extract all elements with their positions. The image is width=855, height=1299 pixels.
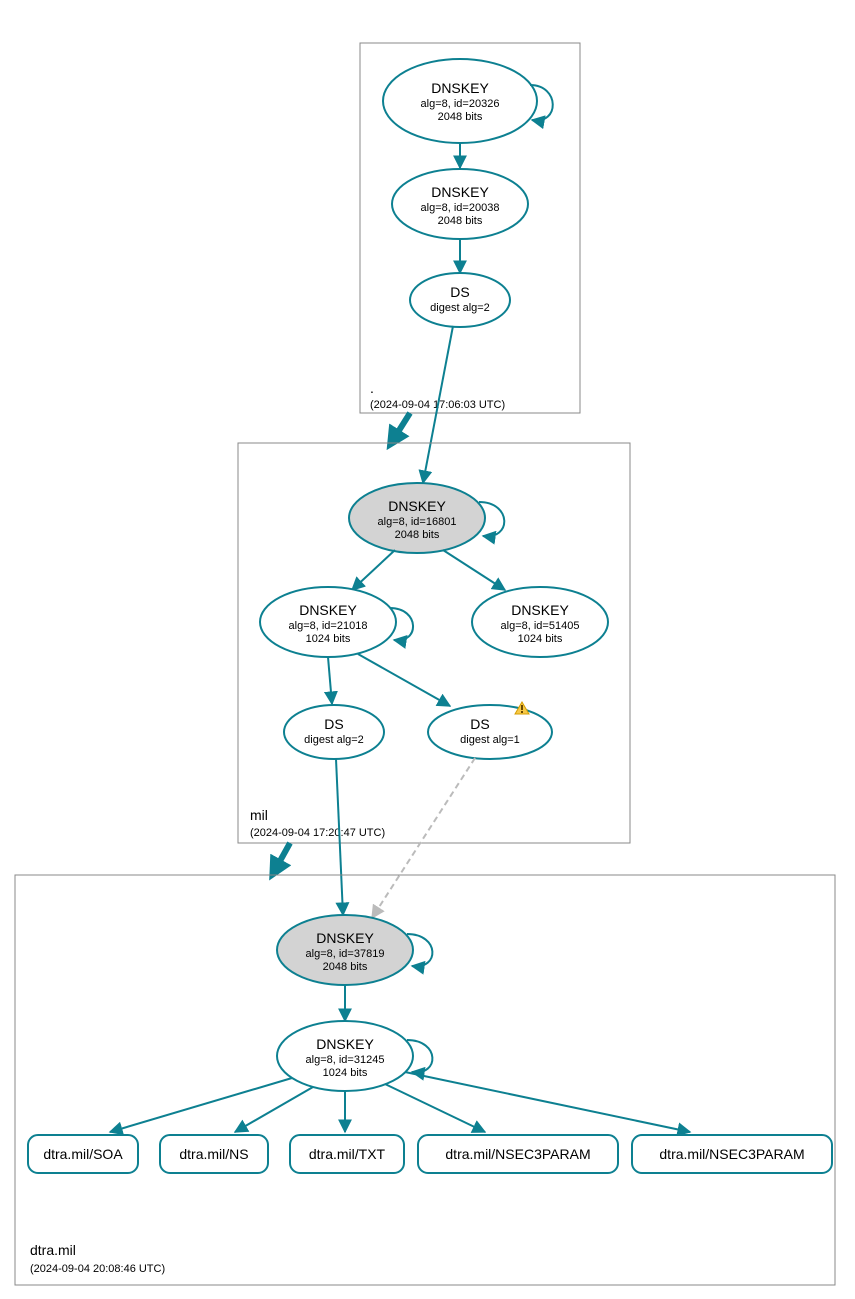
node-dtra-zsk-line1: alg=8, id=31245 (306, 1054, 385, 1066)
node-mil-zsk1-line1: alg=8, id=21018 (289, 620, 368, 632)
node-mil-ksk-line1: alg=8, id=16801 (378, 516, 457, 528)
node-root-ds (410, 273, 510, 327)
node-mil-ksk-line2: 2048 bits (395, 529, 440, 541)
node-dtra-ksk-title: DNSKEY (316, 930, 374, 946)
dnssec-diagram: . (2024-09-04 17:06:03 UTC) DNSKEY alg=8… (0, 0, 855, 1299)
node-dtra-ksk-line2: 2048 bits (323, 961, 368, 973)
node-rr-soa-label: dtra.mil/SOA (43, 1146, 123, 1162)
node-dtra-zsk-line2: 1024 bits (323, 1067, 368, 1079)
edge-dtra-zsk-ns (235, 1087, 313, 1132)
node-mil-ds2-title: DS (470, 716, 489, 732)
node-rr-n3p1-label: dtra.mil/NSEC3PARAM (445, 1146, 590, 1162)
node-mil-ds1 (284, 705, 384, 759)
node-rr-txt-label: dtra.mil/TXT (309, 1146, 386, 1162)
node-mil-ds1-line1: digest alg=2 (304, 734, 364, 746)
node-rr-ns-label: dtra.mil/NS (179, 1146, 248, 1162)
node-dtra-zsk-title: DNSKEY (316, 1036, 374, 1052)
edge-mil-zsk1-ds1 (328, 657, 332, 704)
node-mil-zsk1-title: DNSKEY (299, 602, 357, 618)
edge-mil-ksk-zsk2 (443, 550, 505, 590)
edge-dtra-zsk-n3p1 (385, 1084, 485, 1132)
node-root-ksk-line1: alg=8, id=20326 (421, 98, 500, 110)
edge-dtra-zsk-n3p2 (405, 1072, 690, 1132)
node-mil-zsk1-line2: 1024 bits (306, 633, 351, 645)
node-mil-zsk2-line1: alg=8, id=51405 (501, 620, 580, 632)
node-mil-ksk-title: DNSKEY (388, 498, 446, 514)
node-root-zsk-line2: 2048 bits (438, 215, 483, 227)
node-root-zsk-line1: alg=8, id=20038 (421, 202, 500, 214)
node-rr-n3p2-label: dtra.mil/NSEC3PARAM (659, 1146, 804, 1162)
node-mil-zsk2-title: DNSKEY (511, 602, 569, 618)
edge-dtra-zsk-soa (110, 1078, 292, 1132)
node-mil-zsk2-line2: 1024 bits (518, 633, 563, 645)
zone-timestamp-dtra: (2024-09-04 20:08:46 UTC) (30, 1263, 165, 1275)
zone-box-dtra (15, 875, 835, 1285)
node-mil-ds1-title: DS (324, 716, 343, 732)
zone-timestamp-mil: (2024-09-04 17:20:47 UTC) (250, 827, 385, 839)
node-root-zsk-title: DNSKEY (431, 184, 489, 200)
node-root-ds-title: DS (450, 284, 469, 300)
zone-label-mil: mil (250, 807, 268, 823)
edge-mil-zsk1-ds2 (358, 654, 450, 706)
node-mil-ds2 (428, 705, 552, 759)
node-root-ds-line1: digest alg=2 (430, 302, 490, 314)
node-root-ksk-line2: 2048 bits (438, 111, 483, 123)
zone-label-root: . (370, 380, 374, 396)
zone-label-dtra: dtra.mil (30, 1242, 76, 1258)
edge-mil-ds2-dtra-ksk (372, 758, 475, 918)
node-root-ksk-title: DNSKEY (431, 80, 489, 96)
node-mil-ds2-line1: digest alg=1 (460, 734, 520, 746)
edge-delegation-root-mil (393, 413, 410, 440)
node-dtra-ksk-line1: alg=8, id=37819 (306, 948, 385, 960)
edge-mil-ksk-zsk1 (352, 550, 395, 590)
edge-delegation-mil-dtra (275, 843, 290, 870)
